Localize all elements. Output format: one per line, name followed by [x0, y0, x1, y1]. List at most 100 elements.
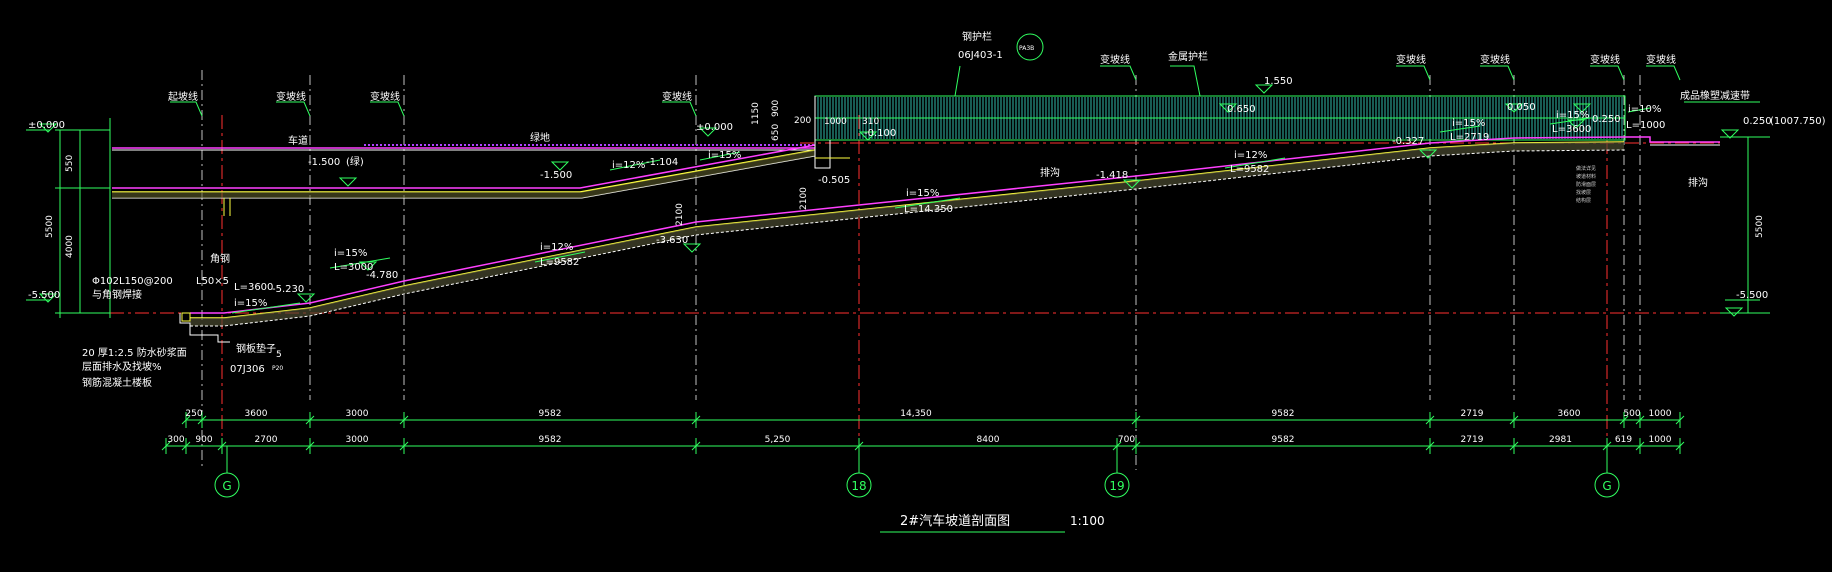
vdim-2100b: 2100 [799, 187, 809, 210]
trench-label: 排沟 [1040, 166, 1060, 179]
note-4: 钢板垫子 [236, 342, 276, 355]
right-note-3: 防滑面层 [1576, 181, 1596, 188]
slope-7: i=15% [1556, 110, 1589, 121]
speed-bump-label: 成品橡塑减速带 [1680, 89, 1750, 102]
right-note-2: 坡道材料 [1576, 173, 1596, 180]
pipe-weld-label: 与角钢焊接 [92, 288, 142, 301]
elev-1550: 1.550 [1264, 76, 1293, 87]
dim-value: 500 [1623, 409, 1640, 419]
elev-m3630: -3.630 [656, 235, 688, 246]
landscape-label: 绿地 [530, 131, 550, 144]
grade-change-label-1: 变坡线 [276, 90, 306, 103]
grade-change-label-5: 变坡线 [1396, 53, 1426, 66]
vdim-4000: 4000 [65, 235, 75, 258]
left-elevations [26, 118, 111, 318]
grid-bubbles [214, 446, 1620, 498]
right-note-4: 找坡层 [1576, 189, 1591, 196]
grade-change-label-2: 变坡线 [370, 90, 400, 103]
vdim-310: 310 [862, 117, 879, 127]
dim-value: 2981 [1549, 435, 1572, 445]
elev-m1418: -1.418 [1096, 170, 1128, 181]
slope-1: i=15% [234, 298, 267, 309]
dim-value: 900 [195, 435, 212, 445]
dim-value: 9582 [1272, 409, 1295, 419]
length-3: L=9582 [540, 257, 579, 268]
dim-value: 9582 [539, 435, 562, 445]
vdim-1000: 1000 [824, 117, 847, 127]
vdim-650: 650 [771, 124, 781, 141]
dim-value: 5,250 [765, 435, 791, 445]
dim-value: 3000 [346, 409, 369, 419]
elev-0050: 0.050 [1507, 102, 1536, 113]
length-2: L=3000 [334, 262, 373, 273]
dim-value: 300 [167, 435, 184, 445]
grade-change-label-8: 变坡线 [1646, 53, 1676, 66]
dim-value: 9582 [539, 409, 562, 419]
dim-value: 619 [1615, 435, 1632, 445]
steel-railing-ref-tag: PA3B [1019, 45, 1034, 52]
grid-label-g-right: G [1602, 479, 1611, 493]
note-2: 层面排水及找坡% [82, 360, 162, 373]
dim-value: 3000 [346, 435, 369, 445]
dim-value: 9582 [1272, 435, 1295, 445]
slope-10: i=15% [708, 150, 741, 161]
length-8: L=1000 [1626, 120, 1665, 131]
elev-m1104: -1.104 [646, 157, 678, 168]
vdim-550: 550 [65, 155, 75, 172]
elev-pm000-mid: ±0.000 [696, 122, 733, 133]
drawing-scale: 1:100 [1070, 514, 1105, 528]
slope-4: i=15% [906, 188, 939, 199]
elev-right-top-abs: (1007.750) [1770, 116, 1826, 127]
pipe-label: Φ102L150@200 [92, 276, 173, 287]
metal-railing [814, 95, 1626, 141]
grade-change-label-4: 变坡线 [1100, 53, 1130, 66]
elev-m0100: -0.100 [864, 128, 896, 139]
grade-change-label-7: 变坡线 [1590, 53, 1620, 66]
elev-left-bottom: -5.500 [28, 290, 60, 301]
steel-railing-label: 钢护栏 [962, 30, 992, 43]
elev-m0505: -0.505 [818, 175, 850, 186]
dim-value: 3600 [245, 409, 268, 419]
length-5: L=9582 [1230, 164, 1269, 175]
note-ref: 07J306 [230, 364, 265, 375]
slope-3: i=12% [540, 242, 573, 253]
elev-m1500-note: -1.500 [308, 157, 340, 168]
slope-5: i=12% [1234, 150, 1267, 161]
vdim-1150: 1150 [751, 102, 761, 125]
dim-row-2: 300 900 2700 3000 9582 5,250 8400 700 9582 2719 29… [167, 435, 1671, 445]
vdim-5500r: 5500 [1755, 215, 1765, 238]
dim-value: 2700 [255, 435, 278, 445]
steel-angle-label: 角钢 [210, 252, 230, 265]
steel-railing-ref: 06J403-1 [958, 50, 1003, 61]
dim-row-1: 250 3600 3000 9582 14,350 9582 2719 3600 500 1000 [185, 409, 1671, 419]
elev-0250-b: 0.250 [1592, 114, 1621, 125]
dim-value: 700 [1118, 435, 1135, 445]
grade-change-label-3: 变坡线 [662, 90, 692, 103]
dim-value: 250 [185, 409, 202, 419]
elev-left-top: ±0.000 [28, 120, 65, 131]
grid-label-19: 19 [1109, 479, 1124, 493]
length-6: L=2719 [1450, 132, 1489, 143]
dim-value: 1000 [1649, 435, 1672, 445]
elev-m1500-b: -1.500 [540, 170, 572, 181]
dim-value: 14,350 [900, 409, 932, 419]
slope-2: i=15% [334, 248, 367, 259]
note-3: 钢筋混凝土楼板 [82, 376, 152, 389]
right-note-5: 结构层 [1576, 197, 1591, 204]
elev-m5230: -5.230 [272, 284, 304, 295]
length-4: L=14.350 [904, 204, 953, 215]
detail-no: 5 [276, 350, 282, 360]
slope-9: i=12% [612, 160, 645, 171]
vdim-2100: 2100 [675, 203, 685, 226]
start-line-label: 起坡线 [168, 90, 198, 103]
grade-change-label-6: 变坡线 [1480, 53, 1510, 66]
driveway-label: 车道 [288, 134, 308, 147]
dim-value: 3600 [1558, 409, 1581, 419]
dim-value: 2719 [1461, 409, 1484, 419]
vdim-200: 200 [794, 116, 811, 126]
drawing-title: 2#汽车坡道剖面图 [900, 513, 1010, 529]
elev-right-bottom: -5.500 [1736, 290, 1768, 301]
length-7: L=3600 [1552, 124, 1591, 135]
dim-value: 8400 [977, 435, 1000, 445]
cad-section-drawing: 起坡线 变坡线 变坡线 变坡线 变坡线 变坡线 变坡线 变坡线 变坡线 金属护栏… [0, 0, 1832, 572]
